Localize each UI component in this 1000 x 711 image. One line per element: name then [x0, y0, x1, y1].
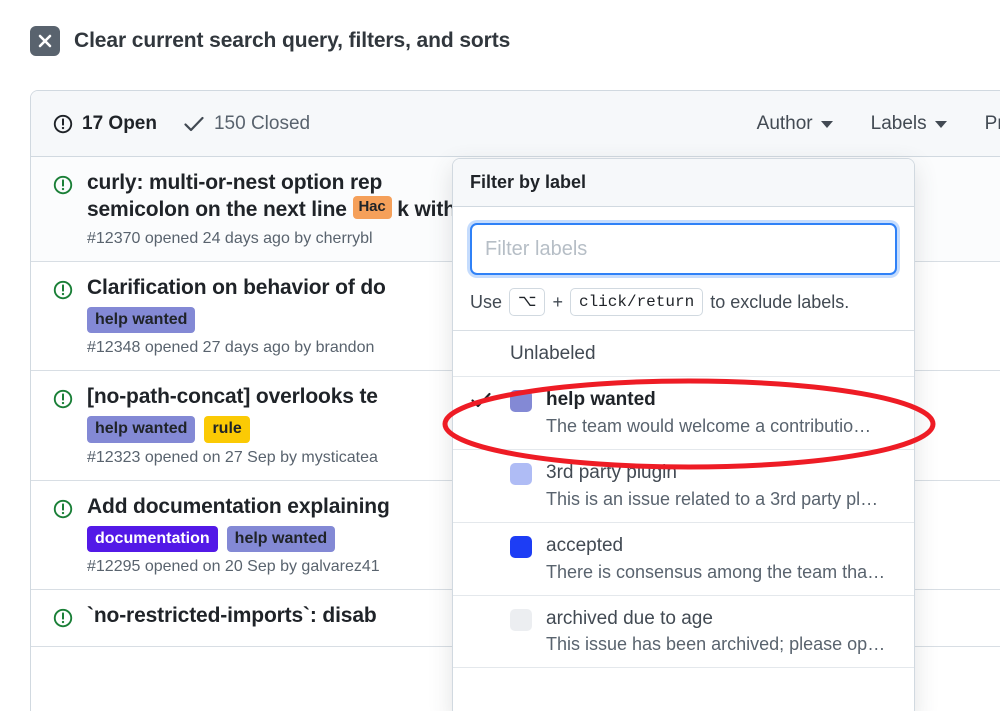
- issue-opened-icon: [53, 494, 73, 576]
- issue-title-text: Clarification on behavior of do: [87, 275, 386, 299]
- issue-opened-icon: [53, 114, 73, 134]
- label-option-unlabeled[interactable]: Unlabeled: [453, 331, 914, 378]
- clear-search-banner[interactable]: Clear current search query, filters, and…: [30, 26, 510, 56]
- issue-title-line1: curly: multi-or-nest option rep: [87, 171, 383, 194]
- label-option-body: help wanted The team would welcome a con…: [546, 388, 897, 437]
- issue-title-line2: semicolon on the next line: [87, 197, 347, 221]
- issue-opened-icon: [53, 170, 73, 248]
- filter-labels-button[interactable]: Labels: [871, 113, 947, 135]
- label-option-archived-due-to-age[interactable]: archived due to age This issue has been …: [453, 595, 914, 669]
- hint-prefix: Use: [470, 291, 503, 312]
- click-return-key-badge: click/return: [569, 288, 704, 317]
- clear-search-label: Clear current search query, filters, and…: [74, 29, 511, 52]
- check-icon: [470, 388, 510, 414]
- filter-projects-label: Proje: [984, 113, 1000, 134]
- label-option-description: This issue has been archived; please op…: [546, 634, 886, 655]
- label-color-swatch: [510, 463, 532, 486]
- label-color-swatch: [510, 390, 532, 413]
- label-option-accepted[interactable]: accepted There is consensus among the te…: [453, 522, 914, 596]
- label-option-name: accepted: [546, 534, 624, 556]
- issue-opened-icon: [53, 384, 73, 466]
- label-option-help-wanted[interactable]: help wanted The team would welcome a con…: [453, 377, 914, 451]
- close-x-icon[interactable]: [30, 26, 60, 56]
- open-issues-filter[interactable]: 17 Open: [53, 113, 157, 135]
- label-option-description: There is consensus among the team tha…: [546, 561, 886, 582]
- issue-label-help-wanted[interactable]: help wanted: [87, 306, 196, 334]
- label-filter-dropdown: Filter by label Use ⌥ + click/return to …: [452, 158, 915, 711]
- label-option-3rd-party-plugin[interactable]: 3rd party plugin This is an issue relate…: [453, 450, 914, 523]
- issues-toolbar: 17 Open 150 Closed Author Labels P: [31, 91, 1000, 157]
- issue-label-help-wanted[interactable]: help wanted: [226, 525, 336, 553]
- check-placeholder: [470, 461, 510, 464]
- check-placeholder: [470, 534, 510, 537]
- label-option-description: The team would welcome a contributio…: [546, 416, 872, 437]
- label-option-unlabeled-name: Unlabeled: [510, 343, 596, 365]
- label-search-input[interactable]: [470, 223, 897, 275]
- issue-title-text: [no-path-concat] overlooks te: [87, 385, 378, 409]
- filter-projects-button[interactable]: Proje: [985, 113, 1000, 135]
- hint-plus: +: [552, 291, 563, 312]
- issue-state-filters: 17 Open 150 Closed: [53, 113, 310, 135]
- label-exclude-hint: Use ⌥ + click/return to exclude labels.: [453, 275, 914, 332]
- closed-issues-filter[interactable]: 150 Closed: [183, 113, 310, 135]
- open-issues-count: 17 Open: [82, 112, 157, 134]
- label-option-body: archived due to age This issue has been …: [546, 607, 897, 656]
- filter-author-label: Author: [756, 113, 813, 134]
- chevron-down-icon: [934, 120, 947, 128]
- label-option-description: This is an issue related to a 3rd party …: [546, 488, 879, 509]
- label-option-name: archived due to age: [546, 607, 713, 629]
- filter-author-button[interactable]: Author: [757, 113, 833, 135]
- issue-label-documentation[interactable]: documentation: [87, 525, 218, 553]
- check-icon: [183, 115, 205, 133]
- issue-inline-label[interactable]: Hac: [352, 195, 392, 219]
- header-filter-group: Author Labels Proje: [757, 91, 1000, 157]
- label-option-body: 3rd party plugin This is an issue relate…: [546, 461, 897, 510]
- issue-opened-icon: [53, 275, 73, 357]
- option-key-badge: ⌥: [509, 288, 546, 317]
- label-dropdown-header: Filter by label: [453, 159, 914, 207]
- label-color-swatch: [510, 608, 532, 631]
- filter-labels-label: Labels: [870, 113, 927, 134]
- check-placeholder: [470, 607, 510, 610]
- issue-opened-icon: [53, 603, 73, 633]
- issue-label-rule[interactable]: rule: [204, 416, 250, 443]
- label-color-swatch: [510, 535, 532, 558]
- label-option-name: 3rd party plugin: [546, 462, 677, 484]
- issue-title-text: Add documentation explaining: [87, 494, 390, 518]
- label-option-name: help wanted: [546, 389, 656, 411]
- chevron-down-icon: [820, 120, 833, 128]
- label-option-body: accepted There is consensus among the te…: [546, 534, 897, 583]
- hint-suffix: to exclude labels.: [710, 291, 850, 312]
- screenshot-root: Clear current search query, filters, and…: [0, 0, 1000, 711]
- issue-title-text: `no-restricted-imports`: disab: [87, 604, 377, 628]
- label-dropdown-title: Filter by label: [470, 172, 587, 192]
- closed-issues-count: 150 Closed: [213, 112, 311, 134]
- issue-label-help-wanted[interactable]: help wanted: [87, 416, 196, 443]
- label-search-wrap: [453, 207, 914, 275]
